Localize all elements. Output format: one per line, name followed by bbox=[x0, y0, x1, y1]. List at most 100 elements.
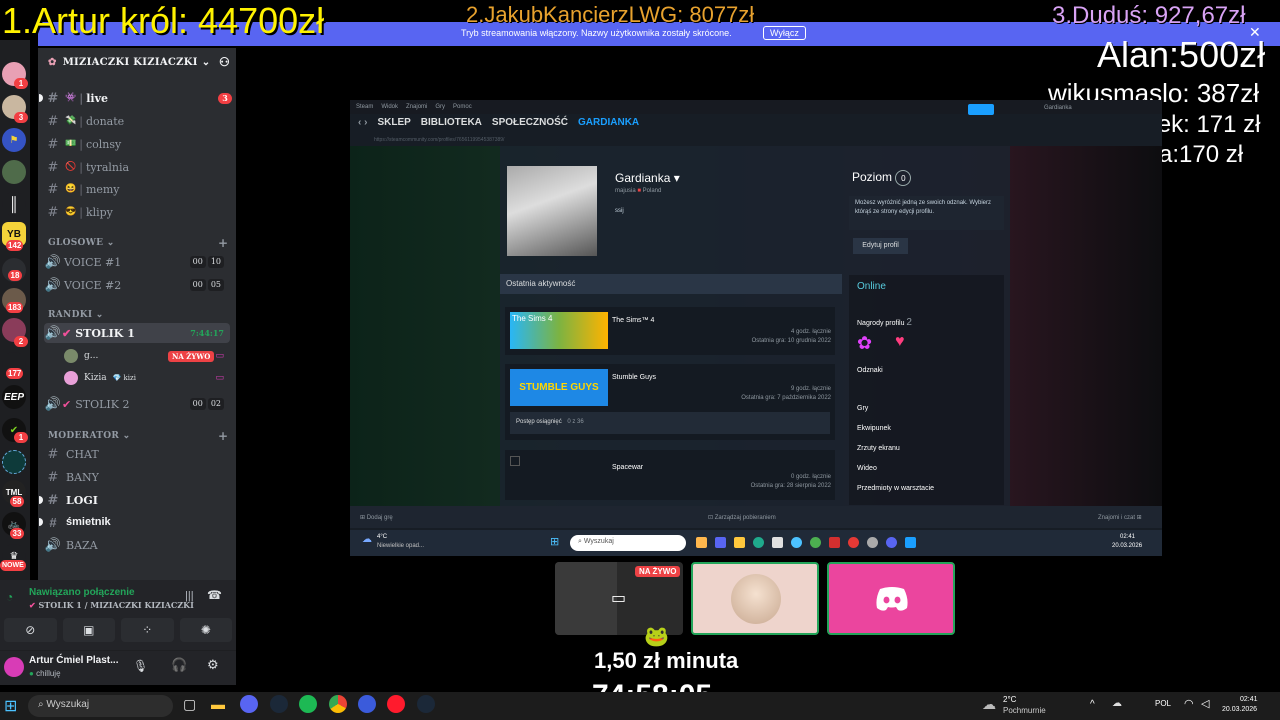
channel-memy[interactable]: # 😆 | memy bbox=[44, 179, 230, 199]
edit-profile-button[interactable]: Edytuj profil bbox=[853, 238, 908, 254]
channel-tyralnia[interactable]: # 🚫 | tyralnia bbox=[44, 157, 230, 177]
channel-label: klipy bbox=[85, 205, 113, 219]
windows-taskbar: ⊞ ⌕ Wyszukaj ▢ ▬ ☁ 2°C Pochmurnie ^ ☁ PO… bbox=[0, 692, 1280, 720]
channel-emoji: 👾 bbox=[65, 93, 77, 103]
spotify-app-icon[interactable] bbox=[299, 695, 317, 713]
channel-bany[interactable]: # BANY bbox=[44, 467, 230, 487]
game-row[interactable]: Spacewar 0 godz. łącznie Ostatnia gra: 2… bbox=[505, 450, 835, 500]
headphones-icon[interactable]: 🎧 bbox=[171, 657, 187, 673]
windows-start-icon[interactable]: ⊞ bbox=[4, 696, 17, 716]
taskbar-search[interactable]: ⌕ Wyszukaj bbox=[28, 695, 173, 717]
chrome-app-icon[interactable] bbox=[329, 695, 347, 713]
soundboard-icon[interactable]: ✺ bbox=[179, 618, 232, 642]
channel-baza[interactable]: 🔊 BAZA bbox=[44, 535, 230, 555]
channel-klipy[interactable]: # 😎 | klipy bbox=[44, 202, 230, 222]
server-icon[interactable] bbox=[2, 450, 26, 474]
language-indicator[interactable]: POL bbox=[1155, 699, 1171, 708]
side-link-videos[interactable]: Wideo bbox=[857, 465, 877, 472]
username[interactable]: Artur Ćmiel Plast... bbox=[29, 655, 118, 666]
voice-channel-1[interactable]: 🔊 VOICE #1 00 10 bbox=[44, 252, 230, 272]
unread-indicator bbox=[39, 94, 43, 102]
disconnect-icon[interactable]: ☎ bbox=[207, 588, 222, 602]
game-row[interactable]: STUMBLE GUYS Stumble Guys 9 godz. łączni… bbox=[505, 364, 835, 440]
account-name[interactable]: Gardianka bbox=[1044, 105, 1072, 111]
hash-icon: # bbox=[47, 446, 59, 462]
onedrive-icon[interactable]: ☁ bbox=[1112, 698, 1122, 709]
category-moderator[interactable]: MODERATOR ⌄ + bbox=[48, 429, 228, 443]
search-box[interactable]: ⌕ Wyszukaj bbox=[570, 535, 686, 551]
hash-icon: # bbox=[47, 492, 59, 508]
server-name: MIZIACZKI KIZIACZKI bbox=[62, 56, 198, 68]
app-icon[interactable] bbox=[358, 695, 376, 713]
steam-footer: ⊞ Dodaj grę ⊡ Zarządzaj pobieraniem Znaj… bbox=[350, 506, 1162, 528]
avatar[interactable] bbox=[4, 657, 24, 677]
participant-tile-discord[interactable] bbox=[827, 562, 955, 635]
server-icon[interactable]: ⚑ bbox=[2, 128, 26, 152]
avatar bbox=[64, 349, 78, 363]
camera-off-icon[interactable]: ⊘ bbox=[4, 618, 57, 642]
server-icon[interactable] bbox=[2, 160, 26, 184]
badges-label[interactable]: Odznaki bbox=[857, 367, 883, 374]
add-game-button[interactable]: ⊞ Dodaj grę bbox=[360, 514, 393, 521]
side-link-games[interactable]: Gry bbox=[857, 405, 868, 412]
hash-icon: # bbox=[47, 469, 59, 485]
opera-app-icon[interactable] bbox=[387, 695, 405, 713]
member-status: 💎 kizi bbox=[112, 374, 136, 382]
channel-logi[interactable]: # LOGI bbox=[39, 490, 230, 510]
noise-icon[interactable]: ||| bbox=[185, 590, 194, 602]
server-icon[interactable]: ║ bbox=[2, 192, 26, 216]
category-randki[interactable]: RANDKI ⌄ bbox=[48, 310, 104, 320]
nav-store[interactable]: SKLEP bbox=[377, 117, 410, 128]
friends-chat-button[interactable]: Znajomi i czat ⊞ bbox=[1098, 514, 1142, 521]
nav-profile[interactable]: GARDIANKA bbox=[578, 117, 639, 128]
channel-donate[interactable]: # 💸 | donate bbox=[44, 111, 230, 131]
nav-community[interactable]: SPOŁECZNOŚĆ bbox=[492, 117, 568, 128]
participant-tile-avatar[interactable] bbox=[691, 562, 819, 635]
side-link-workshop[interactable]: Przedmioty w warsztacie bbox=[857, 485, 934, 492]
discord-app-icon[interactable] bbox=[240, 695, 258, 713]
hash-icon: # bbox=[47, 90, 59, 106]
screenshare-icon[interactable]: ▣ bbox=[62, 618, 115, 642]
channel-colnsy[interactable]: # 💵 | colnsy bbox=[44, 134, 230, 154]
voice-location[interactable]: ✔ STOLIK 1 / MIZIACZKI KIZIACZKI bbox=[29, 600, 194, 610]
volume-icon[interactable]: ◁ bbox=[1201, 697, 1209, 710]
windows-start-icon[interactable]: ⊞ bbox=[550, 535, 559, 548]
profile-side: Online Nagrody profilu 2 ✿ ♥ Odznaki Gry… bbox=[849, 275, 1004, 505]
game-row[interactable]: The Sims 4 The Sims™ 4 4 godz. łącznie O… bbox=[505, 307, 835, 355]
activities-icon[interactable]: ⁘ bbox=[121, 618, 174, 642]
category-glosowe[interactable]: GLOSOWE ⌄ + bbox=[48, 236, 228, 250]
weather-temp: 4°C bbox=[377, 534, 388, 540]
settings-gear-icon[interactable]: ⚙ bbox=[207, 657, 219, 673]
steam-menu: Steam Widok Znajomi Gry Pomoc bbox=[350, 100, 1162, 114]
add-channel-icon[interactable]: + bbox=[218, 236, 228, 250]
add-channel-icon[interactable]: + bbox=[218, 429, 228, 443]
task-view-icon[interactable]: ▢ bbox=[183, 696, 196, 713]
voice-channel-2[interactable]: 🔊 VOICE #2 00 05 bbox=[44, 275, 230, 295]
voice-member[interactable]: Kizia 💎 kizi ▭ bbox=[64, 368, 230, 388]
steam-app-icon[interactable] bbox=[417, 695, 435, 713]
voice-channel-stolik1[interactable]: 🔊 ✔ STOLIK 1 7:44:17 bbox=[44, 323, 230, 343]
file-explorer-icon[interactable]: ▬ bbox=[211, 696, 225, 712]
server-header[interactable]: ✿ MIZIACZKI KIZIACZKI ⌄ ⚇ bbox=[38, 48, 236, 76]
side-link-screenshots[interactable]: Zrzuty ekranu bbox=[857, 445, 900, 452]
donor-1: 1.Artur król: 44700zł bbox=[2, 0, 325, 41]
profile-name: Gardianka ▾ bbox=[615, 171, 680, 185]
disable-streamer-mode-button[interactable]: Wyłącz bbox=[763, 26, 806, 40]
game-last-played: Ostatnia gra: 7 października 2022 bbox=[741, 395, 831, 401]
side-link-inventory[interactable]: Ekwipunek bbox=[857, 425, 891, 432]
stream-view[interactable]: Steam Widok Znajomi Gry Pomoc Gardianka ‹ › … bbox=[350, 100, 1162, 555]
nav-library[interactable]: BIBLIOTEKA bbox=[421, 117, 482, 128]
server-icon[interactable]: EEP bbox=[2, 385, 26, 409]
channel-live[interactable]: # 👾 | live 3 bbox=[39, 88, 232, 108]
wifi-icon[interactable]: ◠ bbox=[1184, 697, 1194, 710]
microphone-icon[interactable]: 🎙 bbox=[133, 659, 148, 673]
manage-downloads-button[interactable]: ⊡ Zarządzaj pobieraniem bbox=[708, 514, 776, 521]
chevron-up-icon[interactable]: ^ bbox=[1090, 699, 1095, 710]
invite-icon[interactable]: ⚇ bbox=[219, 55, 230, 69]
steam-app-icon[interactable] bbox=[270, 695, 288, 713]
channel-chat[interactable]: # CHAT bbox=[44, 444, 230, 464]
voice-member[interactable]: g... NA ŻYWO ▭ bbox=[64, 346, 230, 366]
voice-channel-stolik2[interactable]: 🔊 ✔ STOLIK 2 00 02 bbox=[44, 394, 230, 414]
announcement-button[interactable] bbox=[968, 104, 994, 115]
channel-smietnik[interactable]: # śmietnik bbox=[39, 512, 230, 532]
